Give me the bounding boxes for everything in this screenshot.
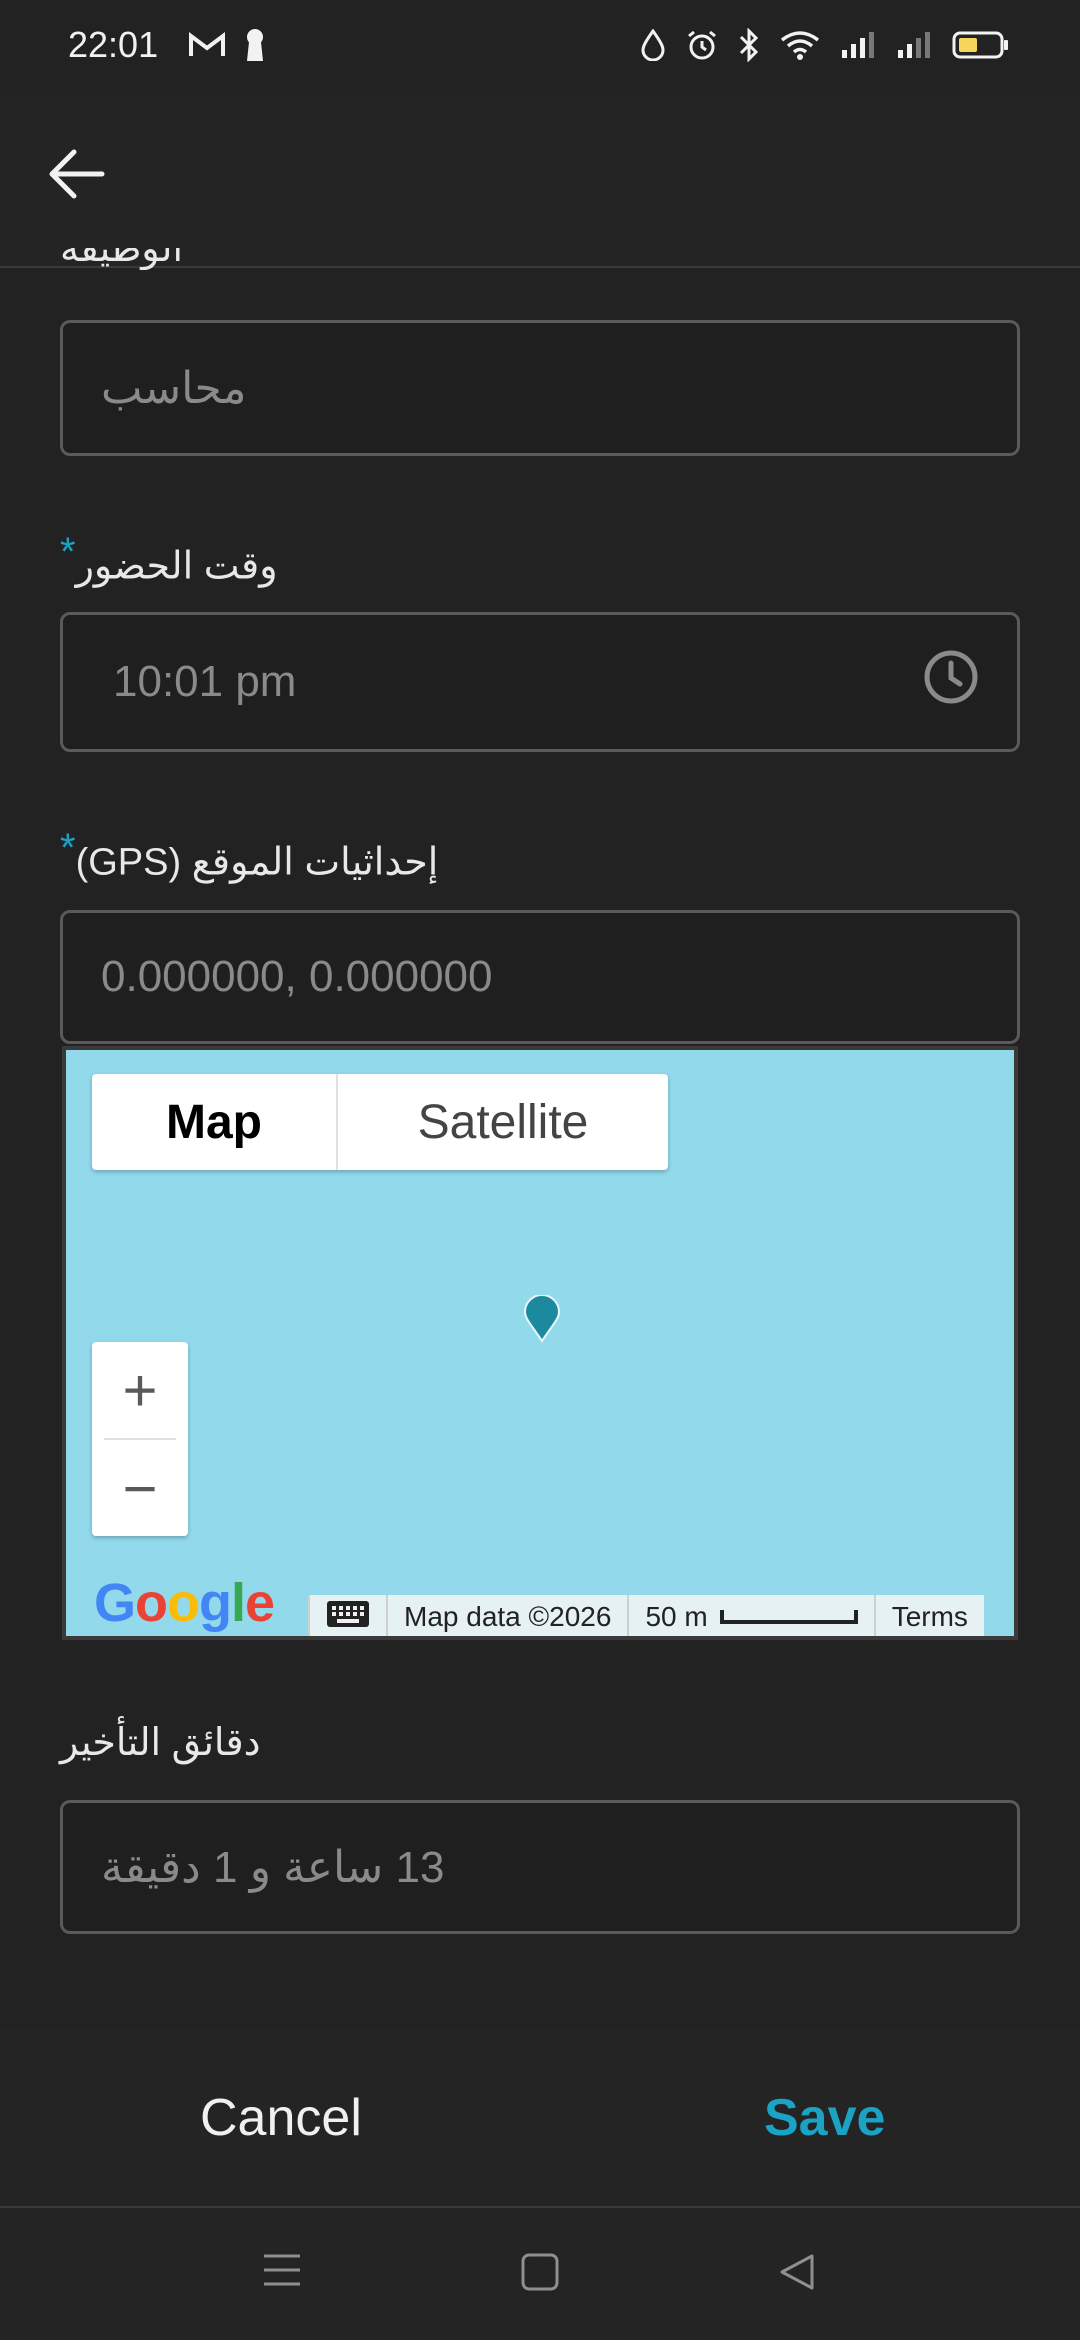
recents-menu-icon[interactable] [262, 2250, 302, 2295]
attendance-label: وقت الحضور* [60, 530, 278, 589]
delay-label: دقائق التأخير [60, 1722, 261, 1764]
satellite-tab[interactable]: Satellite [338, 1074, 668, 1170]
gps-field[interactable]: 0.000000, 0.000000 [60, 910, 1020, 1044]
attendance-label-text: وقت الحضور [75, 545, 278, 588]
status-left-icons [188, 28, 266, 67]
map-pin-icon[interactable] [523, 1294, 561, 1348]
zoom-in-button[interactable]: + [92, 1342, 188, 1438]
gps-required-marker: * [60, 826, 76, 870]
google-logo: Google [94, 1573, 275, 1633]
keyhole-icon [244, 28, 266, 67]
keyboard-icon [326, 1600, 370, 1635]
bluetooth-icon [738, 27, 760, 67]
signal-icon [840, 30, 876, 65]
status-right-icons [640, 27, 1010, 67]
map-view[interactable]: Map Satellite + − Google Map data ©2026 … [62, 1046, 1018, 1640]
attendance-time-value: 10:01 pm [113, 657, 297, 706]
zoom-out-button[interactable]: − [92, 1440, 188, 1536]
save-button[interactable]: Save [764, 2088, 885, 2148]
action-bar [0, 2030, 1080, 2208]
alarm-icon [686, 29, 718, 66]
job-field[interactable]: محاسب [60, 320, 1020, 456]
cancel-button[interactable]: Cancel [200, 2088, 362, 2148]
gps-value: 0.000000, 0.000000 [101, 952, 493, 1001]
drop-icon [640, 28, 666, 66]
arrow-left-icon [46, 147, 106, 206]
map-scale[interactable]: 50 m [627, 1595, 874, 1636]
delay-value: 13 ساعة و 1 دقيقة [101, 1842, 445, 1892]
keyboard-shortcuts-button[interactable] [308, 1595, 386, 1636]
clock-icon[interactable] [923, 649, 979, 716]
battery-icon [952, 30, 1010, 65]
status-time: 22:01 [68, 24, 159, 65]
map-scale-label: 50 m [645, 1601, 708, 1632]
map-tab[interactable]: Map [92, 1074, 338, 1170]
attendance-time-field[interactable]: 10:01 pm [60, 612, 1020, 752]
home-square-icon[interactable] [520, 2252, 560, 2297]
attendance-required-marker: * [60, 530, 76, 574]
gmail-icon [188, 30, 226, 65]
map-type-toggle: Map Satellite [92, 1074, 668, 1170]
gps-label-text: إحداثيات الموقع (GPS) [75, 841, 439, 884]
job-value: محاسب [101, 363, 247, 413]
map-data-text: Map data ©2026 [386, 1595, 628, 1636]
back-button[interactable] [40, 140, 112, 212]
zoom-controls: + − [92, 1342, 188, 1536]
job-label: الوظيفة [60, 248, 184, 270]
map-attribution-bar: Map data ©2026 50 m Terms [308, 1595, 984, 1636]
terms-link[interactable]: Terms [873, 1595, 984, 1636]
back-triangle-icon[interactable] [778, 2252, 818, 2297]
gps-label: إحداثيات الموقع (GPS)* [60, 826, 438, 885]
wifi-icon [780, 30, 820, 65]
delay-field[interactable]: 13 ساعة و 1 دقيقة [60, 1800, 1020, 1934]
app-bar [0, 96, 1080, 268]
signal-icon-2 [896, 30, 932, 65]
scale-bar [719, 1610, 858, 1624]
